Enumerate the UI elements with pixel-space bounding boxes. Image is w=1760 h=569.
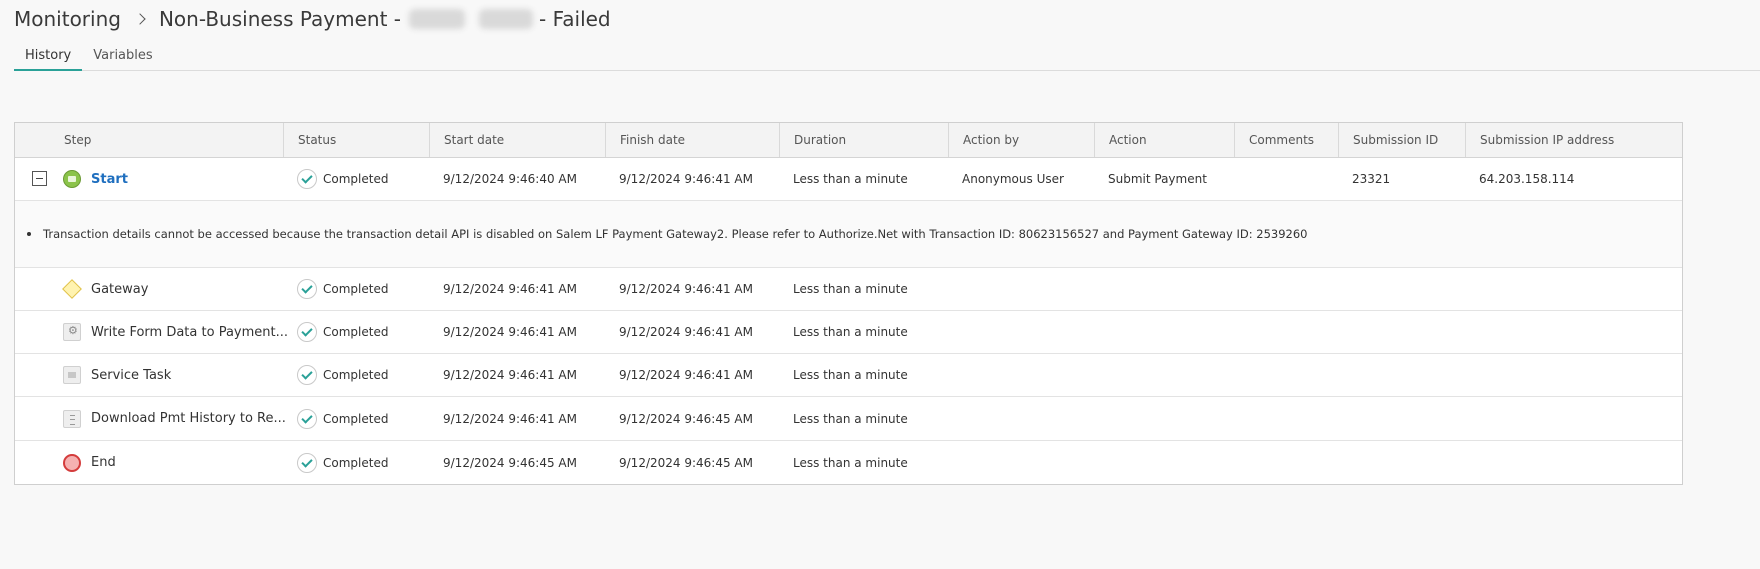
check-circle-icon bbox=[297, 452, 317, 473]
step-name: End bbox=[91, 455, 116, 470]
table-row[interactable]: Write Form Data to Payment... Completed … bbox=[15, 311, 1682, 354]
check-circle-icon bbox=[297, 279, 317, 299]
chevron-right-icon bbox=[135, 12, 147, 26]
status-text: Completed bbox=[323, 368, 389, 382]
duration: Less than a minute bbox=[793, 411, 908, 426]
duration: Less than a minute bbox=[793, 325, 908, 339]
start-date: 9/12/2024 9:46:41 AM bbox=[443, 411, 577, 426]
breadcrumb-monitoring[interactable]: Monitoring bbox=[14, 7, 121, 31]
step-name: Download Pmt History to Re... bbox=[91, 411, 286, 426]
finish-date: 9/12/2024 9:46:45 AM bbox=[619, 411, 753, 426]
history-table: Step Status Start date Finish date Durat… bbox=[14, 122, 1683, 485]
comments bbox=[1234, 158, 1248, 200]
column-header-action[interactable]: Action bbox=[1094, 123, 1234, 157]
column-header-submission-ip[interactable]: Submission IP address bbox=[1465, 123, 1684, 157]
step-name: Write Form Data to Payment... bbox=[91, 324, 288, 340]
column-header-submission-id[interactable]: Submission ID bbox=[1338, 123, 1465, 157]
gear-icon bbox=[63, 323, 81, 341]
redacted-text bbox=[479, 9, 534, 29]
finish-date: 9/12/2024 9:46:41 AM bbox=[619, 282, 753, 296]
start-date: 9/12/2024 9:46:40 AM bbox=[443, 172, 577, 186]
start-date: 9/12/2024 9:46:45 AM bbox=[443, 455, 577, 470]
column-header-finish-date[interactable]: Finish date bbox=[605, 123, 779, 157]
check-circle-icon bbox=[297, 408, 317, 429]
start-date: 9/12/2024 9:46:41 AM bbox=[443, 325, 577, 339]
duration: Less than a minute bbox=[793, 368, 908, 382]
column-header-action-by[interactable]: Action by bbox=[948, 123, 1094, 157]
table-header: Step Status Start date Finish date Durat… bbox=[15, 123, 1682, 158]
bullet-icon bbox=[27, 232, 31, 236]
action-by: Anonymous User bbox=[962, 172, 1064, 186]
step-name-link[interactable]: Start bbox=[91, 172, 128, 187]
duration: Less than a minute bbox=[793, 455, 908, 470]
check-circle-icon bbox=[297, 169, 317, 189]
start-date: 9/12/2024 9:46:41 AM bbox=[443, 368, 577, 382]
column-header-duration[interactable]: Duration bbox=[779, 123, 948, 157]
action: Submit Payment bbox=[1108, 172, 1207, 186]
finish-date: 9/12/2024 9:46:41 AM bbox=[619, 172, 753, 186]
status-text: Completed bbox=[323, 455, 389, 470]
instance-title-suffix: - Failed bbox=[539, 7, 611, 31]
transaction-message-row: Transaction details cannot be accessed b… bbox=[15, 201, 1682, 268]
finish-date: 9/12/2024 9:46:41 AM bbox=[619, 325, 753, 339]
column-header-start-date[interactable]: Start date bbox=[429, 123, 605, 157]
document-icon bbox=[63, 409, 81, 428]
status-text: Completed bbox=[323, 411, 389, 426]
step-name: Gateway bbox=[91, 281, 149, 297]
duration: Less than a minute bbox=[793, 282, 908, 296]
end-event-icon bbox=[63, 453, 81, 472]
table-row[interactable]: End Completed 9/12/2024 9:46:45 AM 9/12/… bbox=[15, 441, 1682, 484]
column-header-status[interactable]: Status bbox=[283, 123, 429, 157]
table-row[interactable]: Download Pmt History to Re... Completed … bbox=[15, 397, 1682, 441]
step-name: Service Task bbox=[91, 367, 172, 383]
status-text: Completed bbox=[323, 325, 389, 339]
submission-id: 23321 bbox=[1352, 172, 1391, 186]
tab-bar: History Variables bbox=[14, 44, 1760, 71]
check-circle-icon bbox=[297, 322, 317, 342]
tab-variables[interactable]: Variables bbox=[82, 44, 163, 71]
submission-ip: 64.203.158.114 bbox=[1479, 172, 1575, 186]
duration: Less than a minute bbox=[793, 172, 908, 186]
table-row[interactable]: Service Task Completed 9/12/2024 9:46:41… bbox=[15, 354, 1682, 397]
table-row[interactable]: Start Completed 9/12/2024 9:46:40 AM 9/1… bbox=[15, 158, 1682, 201]
gateway-icon bbox=[62, 279, 82, 299]
table-row[interactable]: Gateway Completed 9/12/2024 9:46:41 AM 9… bbox=[15, 268, 1682, 311]
tab-history[interactable]: History bbox=[14, 44, 83, 71]
column-header-step[interactable]: Step bbox=[15, 123, 283, 157]
start-event-icon bbox=[63, 170, 81, 188]
status-text: Completed bbox=[323, 282, 389, 296]
transaction-message: Transaction details cannot be accessed b… bbox=[43, 227, 1308, 241]
mail-icon bbox=[63, 366, 81, 384]
finish-date: 9/12/2024 9:46:45 AM bbox=[619, 455, 753, 470]
redacted-text bbox=[409, 9, 466, 29]
instance-title-prefix: Non-Business Payment - bbox=[158, 7, 402, 31]
start-date: 9/12/2024 9:46:41 AM bbox=[443, 282, 577, 296]
page-title: Monitoring Non-Business Payment - - Fail… bbox=[14, 4, 611, 34]
check-circle-icon bbox=[297, 365, 317, 385]
status-text: Completed bbox=[323, 172, 389, 186]
finish-date: 9/12/2024 9:46:41 AM bbox=[619, 368, 753, 382]
column-header-comments[interactable]: Comments bbox=[1234, 123, 1338, 157]
